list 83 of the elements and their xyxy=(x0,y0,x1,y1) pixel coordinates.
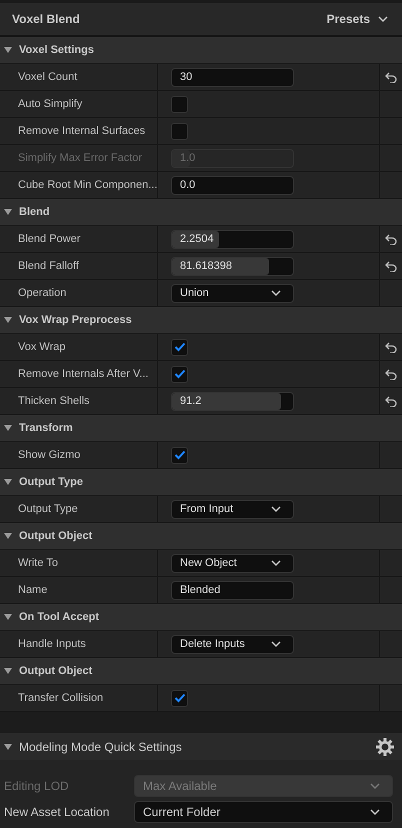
panel-title: Voxel Blend xyxy=(12,12,80,26)
section-header[interactable]: Transform xyxy=(0,415,402,442)
section-title: Blend xyxy=(19,206,50,218)
reset-icon[interactable] xyxy=(385,342,397,352)
checkbox[interactable] xyxy=(171,122,188,140)
property-label: Write To xyxy=(18,557,58,569)
chevron-icon xyxy=(271,560,281,566)
property-label: Thicken Shells xyxy=(18,395,90,407)
dropdown[interactable]: New Object xyxy=(171,554,294,572)
dropdown[interactable]: Union xyxy=(171,284,294,302)
section-title: Output Type xyxy=(19,476,83,488)
collapse-icon xyxy=(3,208,13,216)
chevron-icon xyxy=(378,16,388,22)
quick-settings-header[interactable]: Modeling Mode Quick Settings xyxy=(0,733,402,760)
collapse-icon xyxy=(3,478,13,486)
number-field[interactable]: 91.2 xyxy=(171,392,294,410)
section-title: On Tool Accept xyxy=(19,611,100,623)
number-field[interactable]: 30 xyxy=(171,68,294,86)
dropdown[interactable]: Delete Inputs xyxy=(171,634,294,654)
section-header[interactable]: Output Object xyxy=(0,658,402,685)
property-label: Handle Inputs xyxy=(18,638,86,650)
reset-icon[interactable] xyxy=(385,72,397,82)
property-label: Cube Root Min Componen... xyxy=(18,179,157,191)
checkbox[interactable] xyxy=(171,96,188,112)
checkbox[interactable] xyxy=(171,446,188,464)
property-label: Operation xyxy=(18,287,66,299)
property-label: Remove Internal Surfaces xyxy=(18,125,146,137)
collapse-icon xyxy=(3,613,13,621)
checkbox[interactable] xyxy=(171,366,188,382)
section-title: Vox Wrap Preprocess xyxy=(19,314,132,326)
chevron-icon xyxy=(370,809,380,815)
section-title: Voxel Settings xyxy=(19,44,94,56)
reset-icon[interactable] xyxy=(385,234,397,244)
reset-icon[interactable] xyxy=(385,260,397,272)
text-field[interactable]: Blended xyxy=(171,580,294,600)
collapse-icon xyxy=(3,316,13,324)
chevron-icon xyxy=(370,783,380,789)
section-header[interactable]: Voxel Settings xyxy=(0,37,402,64)
chevron-icon xyxy=(271,641,281,647)
property-label: Output Type xyxy=(18,503,78,515)
property-label: Remove Internals After V... xyxy=(18,368,148,380)
section-header[interactable]: Output Type xyxy=(0,469,402,496)
checkmark-icon xyxy=(174,369,186,379)
collapse-icon xyxy=(3,46,13,54)
property-label: Blend Falloff xyxy=(18,260,79,272)
chevron-icon xyxy=(271,506,281,512)
property-label: Voxel Count xyxy=(18,71,78,83)
settings-icon[interactable] xyxy=(375,736,395,756)
number-field[interactable]: 2.2504 xyxy=(171,230,294,248)
checkmark-icon xyxy=(174,342,186,352)
property-label: Auto Simplify xyxy=(18,98,82,110)
setting-label: New Asset Location xyxy=(4,805,110,819)
reset-icon[interactable] xyxy=(385,396,397,406)
collapse-icon xyxy=(3,532,13,540)
property-label: Name xyxy=(18,584,48,596)
property-label: Show Gizmo xyxy=(18,449,80,461)
section-title: Output Object xyxy=(19,530,92,542)
checkbox[interactable] xyxy=(171,690,188,706)
number-field[interactable]: 0.0 xyxy=(171,176,294,194)
section-header[interactable]: Vox Wrap Preprocess xyxy=(0,307,402,334)
reset-icon[interactable] xyxy=(385,368,397,380)
property-label: Transfer Collision xyxy=(18,692,104,704)
collapse-icon xyxy=(3,742,13,750)
presets-button[interactable]: Presets xyxy=(324,10,390,28)
checkmark-icon xyxy=(174,693,186,703)
chevron-icon xyxy=(271,290,281,296)
section-header[interactable]: Blend xyxy=(0,199,402,226)
property-label: Blend Power xyxy=(18,233,80,245)
checkmark-icon xyxy=(174,450,186,460)
collapse-icon xyxy=(3,667,13,675)
property-label: Simplify Max Error Factor xyxy=(18,152,142,164)
dropdown[interactable]: Current Folder xyxy=(134,801,393,823)
dropdown[interactable]: From Input xyxy=(171,500,294,518)
section-title: Output Object xyxy=(19,665,92,677)
section-header[interactable]: On Tool Accept xyxy=(0,604,402,631)
section-header[interactable]: Output Object xyxy=(0,523,402,550)
section-title: Transform xyxy=(19,422,73,434)
setting-label: Editing LOD xyxy=(4,779,70,793)
section-title: Modeling Mode Quick Settings xyxy=(19,740,183,754)
checkbox[interactable] xyxy=(171,338,188,356)
property-label: Vox Wrap xyxy=(18,341,66,353)
collapse-icon xyxy=(3,424,13,432)
number-field[interactable]: 81.618398 xyxy=(171,256,294,276)
